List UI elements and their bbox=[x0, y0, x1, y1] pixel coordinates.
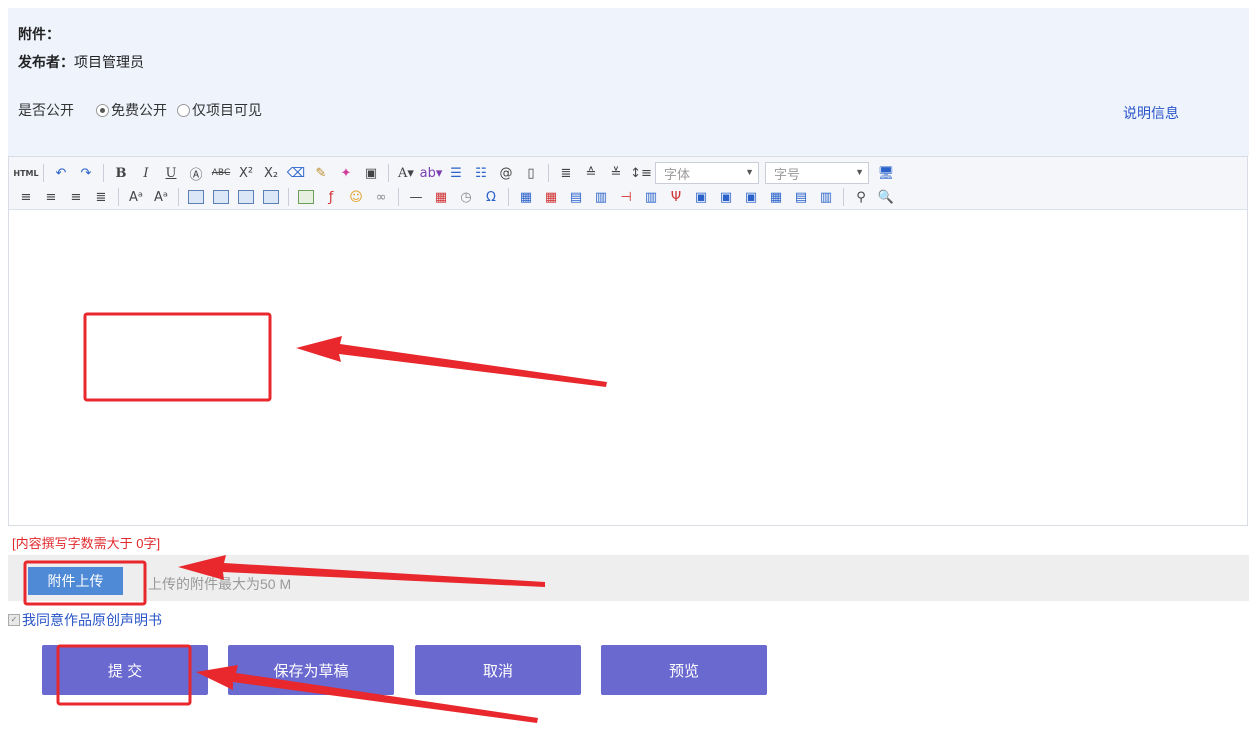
highlight-color-icon[interactable]: ab▾ bbox=[420, 163, 443, 183]
search-replace-icon[interactable]: ⚲ bbox=[850, 187, 872, 207]
toolbar-separator bbox=[178, 188, 179, 206]
merge-down-icon[interactable]: ▣ bbox=[740, 187, 762, 207]
superscript-icon[interactable]: X² bbox=[235, 163, 257, 183]
toolbar-separator bbox=[43, 164, 44, 182]
upload-size-hint: 上传的附件最大为50 M bbox=[148, 576, 292, 592]
align-center-icon[interactable]: ≡ bbox=[40, 187, 62, 207]
indent-icon[interactable]: ≣ bbox=[555, 163, 577, 183]
merge-right-icon[interactable]: ▣ bbox=[715, 187, 737, 207]
publisher-value: 项目管理员 bbox=[74, 54, 144, 70]
line-height-icon[interactable]: ↕≡ bbox=[630, 163, 652, 183]
align-justify-icon[interactable]: ≣ bbox=[90, 187, 112, 207]
magic-wand-icon[interactable]: ✦ bbox=[335, 163, 357, 183]
redo-icon[interactable]: ↷ bbox=[75, 163, 97, 183]
paste-text-icon[interactable]: ▣ bbox=[360, 163, 382, 183]
format-brush-icon[interactable]: ✎ bbox=[310, 163, 332, 183]
cancel-button[interactable]: 取消 bbox=[415, 645, 581, 695]
toolbar-separator bbox=[508, 188, 509, 206]
delete-row-icon[interactable]: ⊣ bbox=[615, 187, 637, 207]
public-label: 是否公开 bbox=[18, 102, 74, 118]
delete-table-icon[interactable]: ▦ bbox=[540, 187, 562, 207]
image-float-none-icon[interactable] bbox=[185, 187, 207, 207]
submit-button[interactable]: 提 交 bbox=[42, 645, 208, 695]
font-family-select[interactable]: 字体 ▼ bbox=[655, 162, 759, 184]
time-icon[interactable]: ◷ bbox=[455, 187, 477, 207]
paragraph-spacing-before-icon[interactable]: ≙ bbox=[580, 163, 602, 183]
uppercase-icon[interactable]: Aᵃ bbox=[125, 187, 147, 207]
toolbar-row-2: ≡ ≡ ≡ ≣ Aᵃ Aᵃ ƒ ☺ ∞ — ▦ ◷ Ω ▦ ▦ ▤ ▥ ⊣ ▥ … bbox=[15, 185, 900, 209]
align-right-icon[interactable]: ≡ bbox=[65, 187, 87, 207]
insert-column-icon[interactable]: ▥ bbox=[640, 187, 662, 207]
link-icon[interactable]: ∞ bbox=[370, 187, 392, 207]
bold-icon[interactable]: B bbox=[110, 163, 132, 183]
italic-icon[interactable]: I bbox=[135, 163, 157, 183]
align-left-icon[interactable]: ≡ bbox=[15, 187, 37, 207]
toolbar-row-1: HTML ↶ ↷ B I U Ⓐ ABC X² X₂ ⌫ ✎ ✦ ▣ A▾ ab… bbox=[13, 161, 900, 185]
agreement-row[interactable]: ✓ 我同意作品原创声明书 bbox=[8, 610, 162, 630]
delete-column-icon[interactable]: Ψ bbox=[665, 187, 687, 207]
image-float-right-icon[interactable] bbox=[235, 187, 257, 207]
split-cells-icon[interactable]: ▦ bbox=[765, 187, 787, 207]
visibility-row: 是否公开 免费公开 仅项目可见 bbox=[18, 100, 262, 120]
radio-free-public[interactable] bbox=[96, 103, 109, 117]
lowercase-icon[interactable]: Aᵃ bbox=[150, 187, 172, 207]
split-cols-icon[interactable]: ▥ bbox=[815, 187, 837, 207]
publisher-row: 发布者：项目管理员 bbox=[18, 52, 144, 72]
toolbar-separator bbox=[288, 188, 289, 206]
font-color-icon[interactable]: A▾ bbox=[395, 163, 417, 183]
description-link[interactable]: 说明信息 bbox=[1123, 103, 1179, 123]
radio-project-only[interactable] bbox=[177, 103, 190, 117]
special-char-icon[interactable]: Ω bbox=[480, 187, 502, 207]
rich-text-editor: HTML ↶ ↷ B I U Ⓐ ABC X² X₂ ⌫ ✎ ✦ ▣ A▾ ab… bbox=[8, 156, 1248, 526]
image-center-icon[interactable] bbox=[260, 187, 282, 207]
attachment-label: 附件： bbox=[18, 26, 60, 42]
toolbar-separator bbox=[103, 164, 104, 182]
date-icon[interactable]: ▦ bbox=[430, 187, 452, 207]
undo-icon[interactable]: ↶ bbox=[50, 163, 72, 183]
upload-bar: 附件上传 上传的附件最大为50 M bbox=[8, 555, 1249, 601]
radio-project-only-label[interactable]: 仅项目可见 bbox=[192, 100, 262, 120]
editor-content-area[interactable] bbox=[9, 210, 1247, 525]
html-source-button[interactable]: HTML bbox=[13, 163, 38, 183]
toolbar-separator bbox=[843, 188, 844, 206]
underline-icon[interactable]: U bbox=[160, 163, 182, 183]
agreement-checkbox[interactable]: ✓ bbox=[8, 614, 20, 626]
radio-free-public-label[interactable]: 免费公开 bbox=[111, 100, 167, 120]
agreement-link[interactable]: 我同意作品原创声明书 bbox=[22, 610, 162, 630]
insert-table-icon[interactable]: ▦ bbox=[515, 187, 537, 207]
anchor-icon[interactable]: @ bbox=[495, 163, 517, 183]
image-float-left-icon[interactable] bbox=[210, 187, 232, 207]
emotion-icon[interactable]: ☺ bbox=[345, 187, 367, 207]
eraser-icon[interactable]: ⌫ bbox=[285, 163, 307, 183]
save-draft-button[interactable]: 保存为草稿 bbox=[228, 645, 394, 695]
font-border-icon[interactable]: Ⓐ bbox=[185, 163, 207, 183]
insert-row-icon[interactable]: ▥ bbox=[590, 187, 612, 207]
toolbar-separator bbox=[118, 188, 119, 206]
font-size-select[interactable]: 字号 ▼ bbox=[765, 162, 869, 184]
info-panel: 附件： 发布者：项目管理员 是否公开 免费公开 仅项目可见 说明信息 bbox=[8, 8, 1249, 156]
paragraph-spacing-after-icon[interactable]: ≚ bbox=[605, 163, 627, 183]
ordered-list-icon[interactable]: ☰ bbox=[445, 163, 467, 183]
table-caption-icon[interactable]: ▤ bbox=[565, 187, 587, 207]
publisher-label: 发布者： bbox=[18, 54, 74, 70]
preview-icon[interactable]: 🔍 bbox=[875, 187, 897, 207]
editor-toolbar: HTML ↶ ↷ B I U Ⓐ ABC X² X₂ ⌫ ✎ ✦ ▣ A▾ ab… bbox=[9, 157, 1247, 210]
new-document-icon[interactable]: ▯ bbox=[520, 163, 542, 183]
flash-icon[interactable]: ƒ bbox=[320, 187, 342, 207]
toolbar-separator bbox=[388, 164, 389, 182]
split-rows-icon[interactable]: ▤ bbox=[790, 187, 812, 207]
fullscreen-icon[interactable]: 🖥 bbox=[875, 163, 897, 183]
strikethrough-icon[interactable]: ABC bbox=[210, 163, 232, 183]
subscript-icon[interactable]: X₂ bbox=[260, 163, 282, 183]
merge-cells-icon[interactable]: ▣ bbox=[690, 187, 712, 207]
attachment-upload-button[interactable]: 附件上传 bbox=[28, 567, 123, 595]
preview-button[interactable]: 预览 bbox=[601, 645, 767, 695]
insert-image-icon[interactable] bbox=[295, 187, 317, 207]
horizontal-rule-icon[interactable]: — bbox=[405, 187, 427, 207]
word-count-warning: [内容撰写字数需大于 0字] bbox=[12, 536, 161, 551]
unordered-list-icon[interactable]: ☷ bbox=[470, 163, 492, 183]
toolbar-separator bbox=[548, 164, 549, 182]
toolbar-separator bbox=[398, 188, 399, 206]
